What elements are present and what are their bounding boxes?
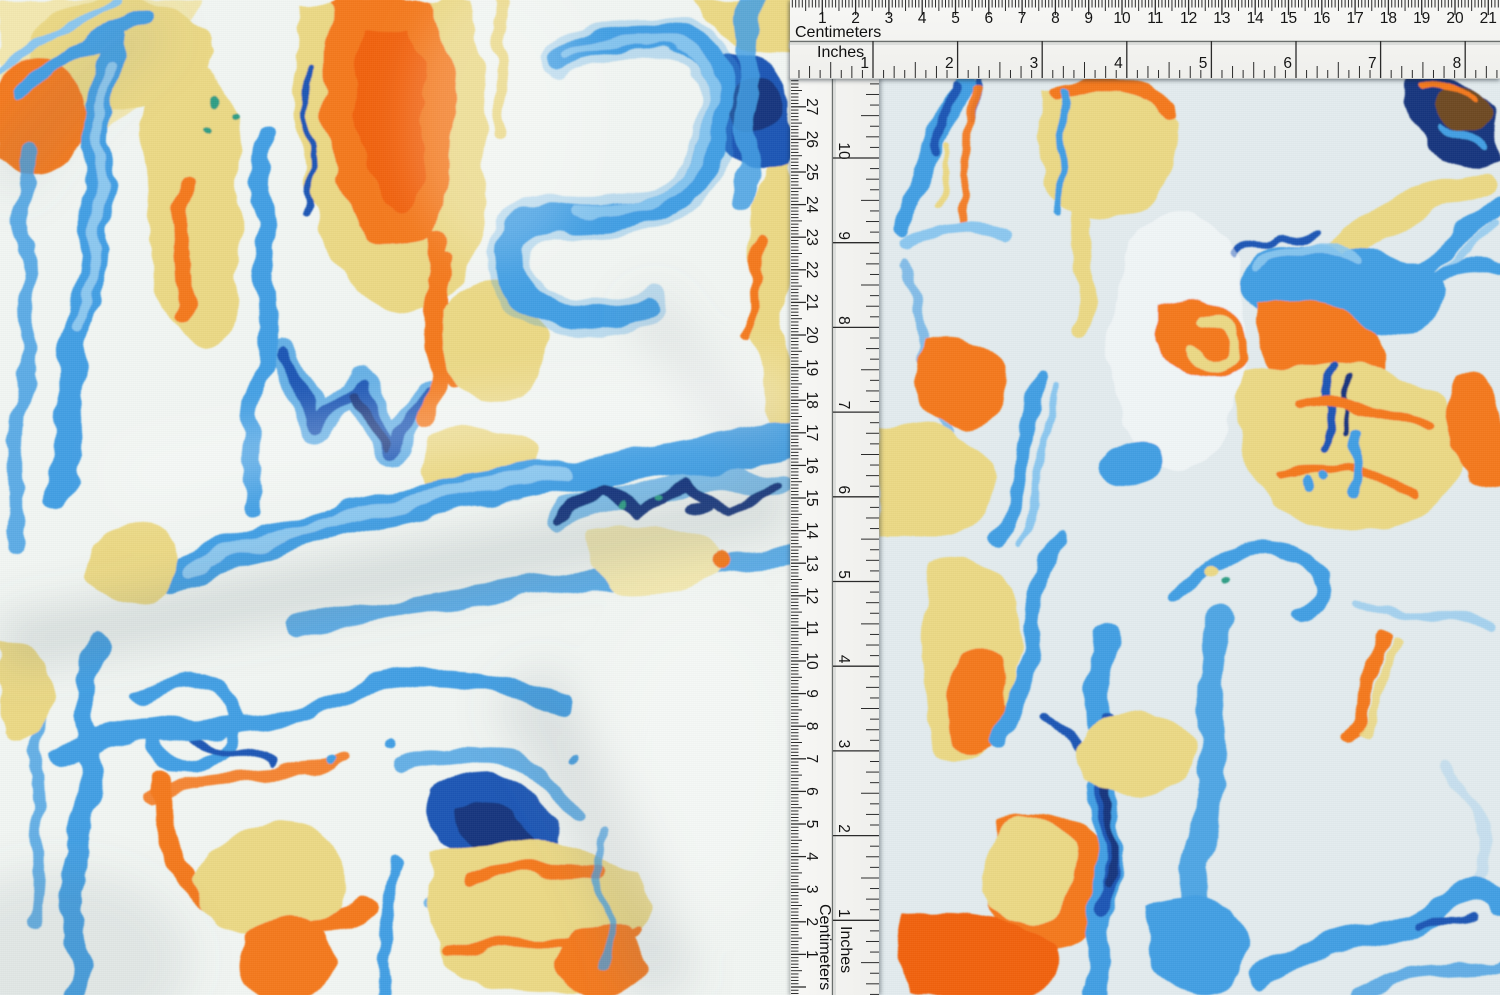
h-cm-number: 6 <box>984 10 993 27</box>
v-cm-number: 17 <box>803 424 820 441</box>
h-inch-number: 4 <box>1114 55 1123 72</box>
h-cm-number: 16 <box>1313 10 1330 27</box>
h-cm-number: 20 <box>1446 10 1464 27</box>
v-cm-number: 9 <box>803 689 820 698</box>
v-cm-number: 4 <box>803 852 820 861</box>
v-cm-number: 18 <box>803 392 820 409</box>
vertical-ruler: 1234567891011121314151617181920212223242… <box>790 78 879 995</box>
h-cm-number: 9 <box>1084 10 1093 27</box>
h-cm-number: 14 <box>1247 10 1265 27</box>
v-inch-number: 9 <box>835 231 852 240</box>
v-cm-number: 3 <box>803 885 820 894</box>
h-cm-number: 17 <box>1346 10 1363 27</box>
fabric-product-photo: 123456789101112131415161718192021 Centim… <box>0 0 1500 995</box>
v-cm-number: 7 <box>803 754 820 763</box>
v-cm-number: 14 <box>803 522 820 540</box>
h-inch-ticks <box>799 41 1497 78</box>
v-inch-number: 4 <box>835 655 852 664</box>
v-cm-numbers: 1234567891011121314151617181920212223242… <box>803 98 820 959</box>
h-inch-number: 3 <box>1030 55 1039 72</box>
h-inch-number: 2 <box>945 55 954 72</box>
h-inch-numbers: 1 2 3 4 5 6 7 8 <box>860 55 1461 72</box>
h-inch-number: 5 <box>1199 55 1208 72</box>
flat-fabric-art <box>878 78 1500 995</box>
flat-fabric-photo <box>878 78 1500 995</box>
h-cm-number: 13 <box>1213 10 1230 27</box>
v-centimeters-label: Centimeters <box>816 904 833 990</box>
v-cm-number: 26 <box>803 131 820 148</box>
v-inch-numbers: 12345678910 <box>835 142 852 917</box>
v-inch-number: 3 <box>835 740 852 749</box>
v-inch-ticks <box>833 84 879 995</box>
h-inch-number: 6 <box>1283 55 1292 72</box>
h-cm-number: 10 <box>1113 10 1131 27</box>
v-inch-number: 1 <box>835 909 852 918</box>
v-cm-number: 12 <box>803 587 820 604</box>
h-inches-label: Inches <box>817 44 864 61</box>
v-inch-number: 5 <box>835 570 852 579</box>
v-cm-number: 20 <box>803 326 820 344</box>
h-cm-numbers: 123456789101112131415161718192021 <box>818 10 1497 27</box>
h-cm-number: 19 <box>1413 10 1430 27</box>
h-cm-number: 5 <box>951 10 960 27</box>
h-cm-number: 7 <box>1018 10 1027 27</box>
v-cm-number: 6 <box>803 787 820 796</box>
v-inches-label: Inches <box>837 926 854 973</box>
h-inch-number: 7 <box>1368 55 1377 72</box>
h-cm-number: 11 <box>1147 10 1163 27</box>
h-inch-number: 1 <box>860 55 869 72</box>
h-cm-number: 15 <box>1280 10 1297 27</box>
v-cm-number: 23 <box>803 229 820 246</box>
h-cm-number: 4 <box>918 10 927 27</box>
h-cm-number: 3 <box>885 10 894 27</box>
v-cm-number: 25 <box>803 163 820 180</box>
v-cm-number: 24 <box>803 196 820 214</box>
v-cm-number: 5 <box>803 820 820 829</box>
h-inch-number: 8 <box>1453 55 1462 72</box>
v-cm-number: 10 <box>803 652 820 670</box>
v-cm-number: 21 <box>803 294 820 311</box>
v-cm-number: 11 <box>803 620 820 636</box>
draped-fabric-art <box>0 0 790 995</box>
v-cm-number: 16 <box>803 457 820 474</box>
h-centimeters-label: Centimeters <box>795 24 881 41</box>
v-cm-number: 22 <box>803 261 820 278</box>
h-cm-number: 18 <box>1380 10 1397 27</box>
draped-fabric-photo <box>0 0 790 995</box>
h-cm-number: 8 <box>1051 10 1060 27</box>
v-cm-number: 15 <box>803 489 820 506</box>
h-cm-number: 21 <box>1480 10 1497 27</box>
v-cm-number: 8 <box>803 722 820 731</box>
horizontal-ruler: 123456789101112131415161718192021 Centim… <box>790 0 1500 79</box>
v-cm-number: 19 <box>803 359 820 376</box>
v-inch-number: 7 <box>835 401 852 410</box>
v-inch-number: 8 <box>835 316 852 325</box>
v-inch-number: 6 <box>835 485 852 494</box>
v-inch-number: 2 <box>835 824 852 833</box>
h-cm-number: 12 <box>1180 10 1197 27</box>
v-cm-number: 27 <box>803 98 820 115</box>
v-cm-number: 13 <box>803 555 820 572</box>
